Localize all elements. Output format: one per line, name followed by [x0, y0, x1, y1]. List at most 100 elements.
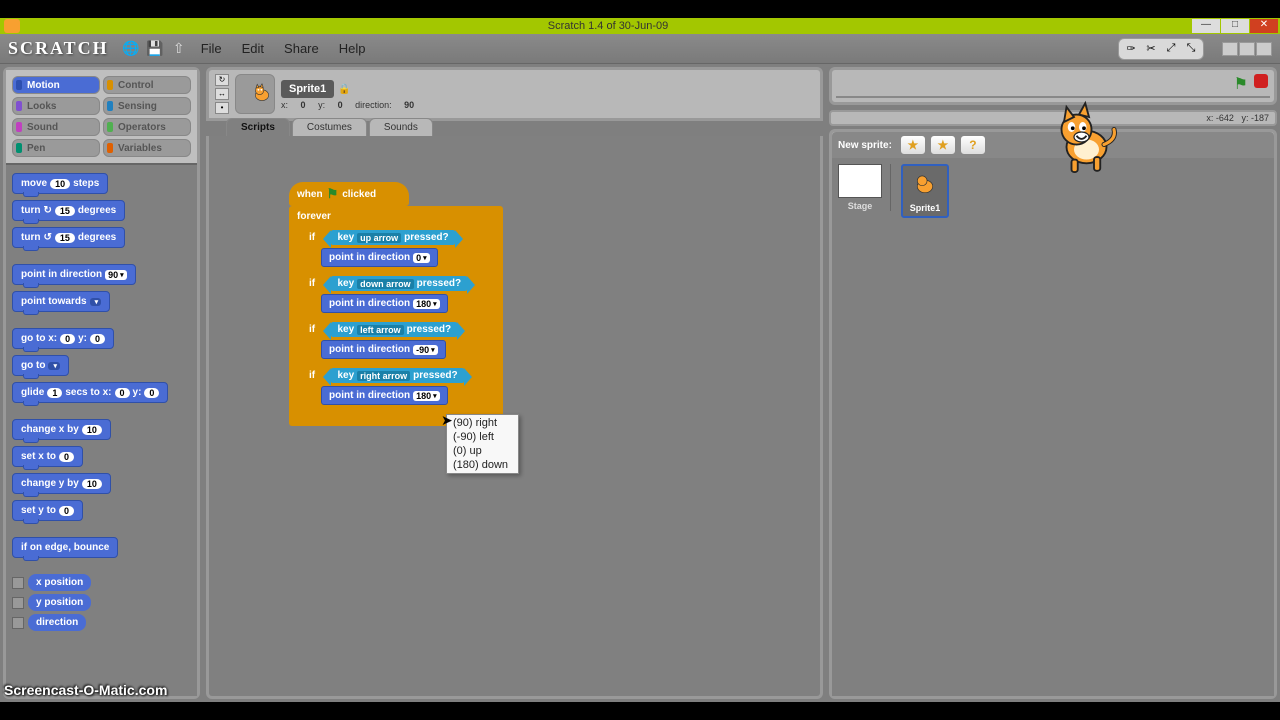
- sensing-key-pressed[interactable]: keyleft arrowpressed?: [331, 322, 457, 337]
- block-goto[interactable]: go to: [12, 355, 69, 376]
- window-titlebar: Scratch 1.4 of 30-Jun-09 — □ ✕: [0, 18, 1280, 34]
- paint-sprite-button[interactable]: ★: [900, 135, 926, 155]
- direction-dropdown-menu[interactable]: (90) right (-90) left (0) up (180) down: [446, 414, 519, 474]
- block-if-edge-bounce[interactable]: if on edge, bounce: [12, 537, 118, 558]
- sprite-thumbnail: [235, 74, 275, 114]
- category-variables[interactable]: Variables: [103, 139, 191, 157]
- block-point-towards[interactable]: point towards: [12, 291, 110, 312]
- checkbox-icon[interactable]: [12, 597, 24, 609]
- dropdown-option[interactable]: (180) down: [447, 458, 518, 472]
- sprite-position-readout: x: 0 y: 0 direction: 90: [281, 100, 424, 110]
- dropdown-option[interactable]: (0) up: [447, 444, 518, 458]
- cut-icon[interactable]: ✂: [1143, 41, 1159, 57]
- watermark: Screencast-O-Matic.com: [4, 682, 167, 698]
- rotation-leftright-button[interactable]: ↔: [215, 88, 229, 100]
- cursor-icon: ➤: [441, 412, 453, 429]
- category-sound[interactable]: Sound: [12, 118, 100, 136]
- block-if-right[interactable]: if keyright arrowpressed? point in direc…: [303, 364, 497, 408]
- category-motion[interactable]: Motion: [12, 76, 100, 94]
- stop-button[interactable]: [1254, 74, 1268, 88]
- view-presentation[interactable]: [1256, 42, 1272, 56]
- green-flag-button[interactable]: ⚑: [1234, 74, 1248, 94]
- block-palette: Motion Control Looks Sensing Sound Opera…: [3, 67, 200, 699]
- script-area[interactable]: when ⚑ clicked forever if keyup arrowpre…: [206, 136, 823, 699]
- shrink-icon[interactable]: ⤡: [1183, 41, 1199, 57]
- block-goto-xy[interactable]: go to x:0y:0: [12, 328, 114, 349]
- category-pen[interactable]: Pen: [12, 139, 100, 157]
- share-icon[interactable]: ⇧: [171, 41, 187, 57]
- block-if-up[interactable]: if keyup arrowpressed? point in directio…: [303, 226, 497, 270]
- view-mode-buttons: [1222, 42, 1272, 56]
- editor-tabs: Scripts Costumes Sounds: [206, 118, 823, 136]
- globe-icon[interactable]: 🌐: [123, 41, 139, 57]
- reporter-direction[interactable]: direction: [12, 614, 191, 631]
- window-title: Scratch 1.4 of 30-Jun-09: [24, 20, 1192, 32]
- block-if-down[interactable]: if keydown arrowpressed? point in direct…: [303, 272, 497, 316]
- checkbox-icon[interactable]: [12, 617, 24, 629]
- rotation-none-button[interactable]: •: [215, 102, 229, 114]
- minimize-button[interactable]: —: [1192, 19, 1220, 33]
- block-turn-ccw[interactable]: turn↺15degrees: [12, 227, 125, 248]
- block-forever[interactable]: forever if keyup arrowpressed? point in …: [289, 206, 503, 426]
- category-control[interactable]: Control: [103, 76, 191, 94]
- block-point-direction[interactable]: point in direction0: [321, 248, 438, 267]
- app-icon: [4, 19, 20, 33]
- category-looks[interactable]: Looks: [12, 97, 100, 115]
- dropdown-option[interactable]: (-90) left: [447, 430, 518, 444]
- dropdown-option[interactable]: (90) right: [447, 416, 518, 430]
- block-change-y[interactable]: change y by10: [12, 473, 111, 494]
- block-move-steps[interactable]: move10steps: [12, 173, 108, 194]
- surprise-sprite-button[interactable]: ?: [960, 135, 986, 155]
- block-point-direction[interactable]: point in direction180: [321, 294, 448, 313]
- sprite-list-item[interactable]: Sprite1: [901, 164, 949, 218]
- reporter-y-position[interactable]: y position: [12, 594, 191, 611]
- new-sprite-label: New sprite:: [838, 140, 892, 151]
- block-if-left[interactable]: if keyleft arrowpressed? point in direct…: [303, 318, 497, 362]
- stamp-icon[interactable]: ✑: [1123, 41, 1139, 57]
- grow-icon[interactable]: ⤢: [1163, 41, 1179, 57]
- menu-edit[interactable]: Edit: [236, 39, 270, 58]
- rotation-free-button[interactable]: ↻: [215, 74, 229, 86]
- tab-sounds[interactable]: Sounds: [369, 118, 433, 136]
- green-flag-icon: ⚑: [327, 186, 339, 202]
- block-turn-cw[interactable]: turn↻15degrees: [12, 200, 125, 221]
- blocks-list: move10steps turn↻15degrees turn↺15degree…: [6, 163, 197, 696]
- lock-icon[interactable]: 🔒: [338, 84, 350, 95]
- sprite-on-stage[interactable]: [1044, 97, 1124, 192]
- stage[interactable]: [836, 96, 1270, 98]
- sprites-panel: New sprite: ★ ★ ? Stage Sprite1: [829, 129, 1277, 699]
- view-medium[interactable]: [1239, 42, 1255, 56]
- sprite-name-field[interactable]: Sprite1: [281, 80, 334, 98]
- sensing-key-pressed[interactable]: keyup arrowpressed?: [331, 230, 454, 245]
- block-set-x[interactable]: set x to0: [12, 446, 83, 467]
- block-point-direction[interactable]: point in direction180: [321, 386, 448, 405]
- close-button[interactable]: ✕: [1250, 19, 1278, 33]
- sensing-key-pressed[interactable]: keydown arrowpressed?: [331, 276, 467, 291]
- block-change-x[interactable]: change x by10: [12, 419, 111, 440]
- stage-tools: ✑ ✂ ⤢ ⤡: [1118, 38, 1204, 60]
- view-small[interactable]: [1222, 42, 1238, 56]
- hat-when-flag-clicked[interactable]: when ⚑ clicked: [289, 182, 409, 206]
- menubar: SCRATCH 🌐 💾 ⇧ File Edit Share Help ✑ ✂ ⤢…: [0, 34, 1280, 64]
- menu-file[interactable]: File: [195, 39, 228, 58]
- maximize-button[interactable]: □: [1221, 19, 1249, 33]
- tab-costumes[interactable]: Costumes: [292, 118, 367, 136]
- stage-panel: ⚑: [829, 67, 1277, 105]
- menu-share[interactable]: Share: [278, 39, 325, 58]
- script-stack[interactable]: when ⚑ clicked forever if keyup arrowpre…: [289, 182, 503, 426]
- category-operators[interactable]: Operators: [103, 118, 191, 136]
- checkbox-icon[interactable]: [12, 577, 24, 589]
- category-sensing[interactable]: Sensing: [103, 97, 191, 115]
- block-point-direction[interactable]: point in direction-90: [321, 340, 446, 359]
- stage-thumbnail[interactable]: Stage: [838, 164, 891, 211]
- sprite-info-header: ↻ ↔ • Sprite1 🔒 x: 0 y: 0 direction: 90: [206, 67, 823, 121]
- tab-scripts[interactable]: Scripts: [226, 118, 290, 136]
- sensing-key-pressed[interactable]: keyright arrowpressed?: [331, 368, 463, 383]
- block-set-y[interactable]: set y to0: [12, 500, 83, 521]
- reporter-x-position[interactable]: x position: [12, 574, 191, 591]
- block-glide[interactable]: glide1secs to x:0y:0: [12, 382, 168, 403]
- block-point-direction[interactable]: point in direction90: [12, 264, 136, 285]
- save-icon[interactable]: 💾: [147, 41, 163, 57]
- choose-sprite-button[interactable]: ★: [930, 135, 956, 155]
- menu-help[interactable]: Help: [333, 39, 372, 58]
